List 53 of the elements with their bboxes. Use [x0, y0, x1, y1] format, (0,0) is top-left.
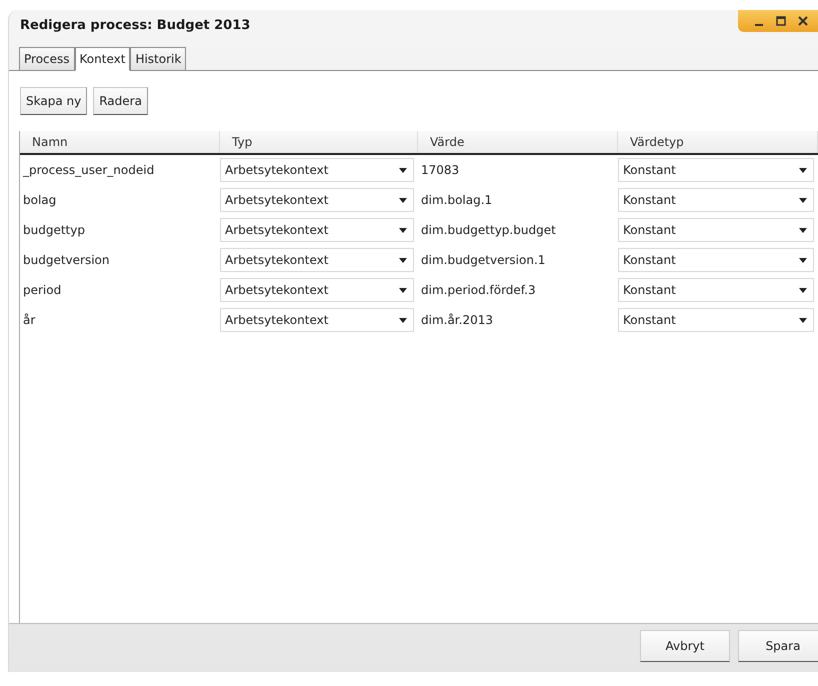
caret-icon	[399, 168, 407, 172]
value-type-dropdown[interactable]: Konstant	[618, 158, 814, 182]
value-type-dropdown[interactable]: Konstant	[618, 278, 814, 302]
dialog-button[interactable]: Avbryt	[640, 630, 730, 662]
window-title: Redigera process: Budget 2013	[19, 17, 250, 33]
caret-icon	[399, 258, 407, 262]
tab[interactable]: Process	[19, 47, 75, 70]
close-button[interactable]	[796, 14, 810, 28]
table-cell-text: dim.år.2013	[420, 313, 494, 327]
type-dropdown[interactable]: Arbetsytekontext	[220, 188, 414, 212]
maximize-icon	[776, 16, 786, 26]
caret-icon	[399, 228, 407, 232]
table-cell-text: 17083	[420, 163, 460, 177]
caret-icon	[799, 168, 807, 172]
caret-icon	[799, 258, 807, 262]
value-type-dropdown[interactable]: Konstant	[618, 218, 814, 242]
caret-icon	[799, 228, 807, 232]
minimize-icon	[755, 24, 763, 26]
table-cell-text: budgetversion	[22, 253, 110, 267]
caret-icon	[399, 288, 407, 292]
type-dropdown[interactable]: Arbetsytekontext	[220, 278, 414, 302]
caret-icon	[799, 318, 807, 322]
type-dropdown[interactable]: Arbetsytekontext	[220, 248, 414, 272]
column-header[interactable]: Värde	[418, 131, 618, 153]
table-cell-text: budgettyp	[22, 223, 86, 237]
table-cell-text: dim.budgetversion.1	[420, 253, 546, 267]
tab[interactable]: Historik	[130, 47, 186, 70]
column-header[interactable]: Värdetyp	[618, 131, 818, 153]
table-cell-text: dim.budgettyp.budget	[420, 223, 557, 237]
caret-icon	[399, 198, 407, 202]
value-type-dropdown[interactable]: Konstant	[618, 308, 814, 332]
column-header[interactable]: Namn	[20, 131, 220, 153]
table-cell-text: dim.bolag.1	[420, 193, 494, 207]
table-cell-text: period	[22, 283, 62, 297]
caret-icon	[799, 198, 807, 202]
table-cell-text: år	[22, 313, 36, 327]
caret-icon	[399, 318, 407, 322]
column-header[interactable]: Typ	[220, 131, 418, 153]
toolbar-button[interactable]: Radera	[93, 87, 148, 115]
caret-icon	[799, 288, 807, 292]
tab[interactable]: Kontext	[74, 47, 130, 71]
value-type-dropdown[interactable]: Konstant	[618, 188, 814, 212]
type-dropdown[interactable]: Arbetsytekontext	[220, 218, 414, 242]
dialog-button[interactable]: Spara	[738, 630, 818, 662]
value-type-dropdown[interactable]: Konstant	[618, 248, 814, 272]
maximize-button[interactable]	[774, 14, 788, 28]
type-dropdown[interactable]: Arbetsytekontext	[220, 158, 414, 182]
type-dropdown[interactable]: Arbetsytekontext	[220, 308, 414, 332]
table-cell-text: bolag	[22, 193, 58, 207]
table-cell-text: dim.period.fördef.3	[420, 283, 537, 297]
table-cell-text: _process_user_nodeid	[22, 163, 156, 177]
toolbar-button[interactable]: Skapa ny	[20, 87, 88, 115]
close-icon	[798, 16, 808, 26]
